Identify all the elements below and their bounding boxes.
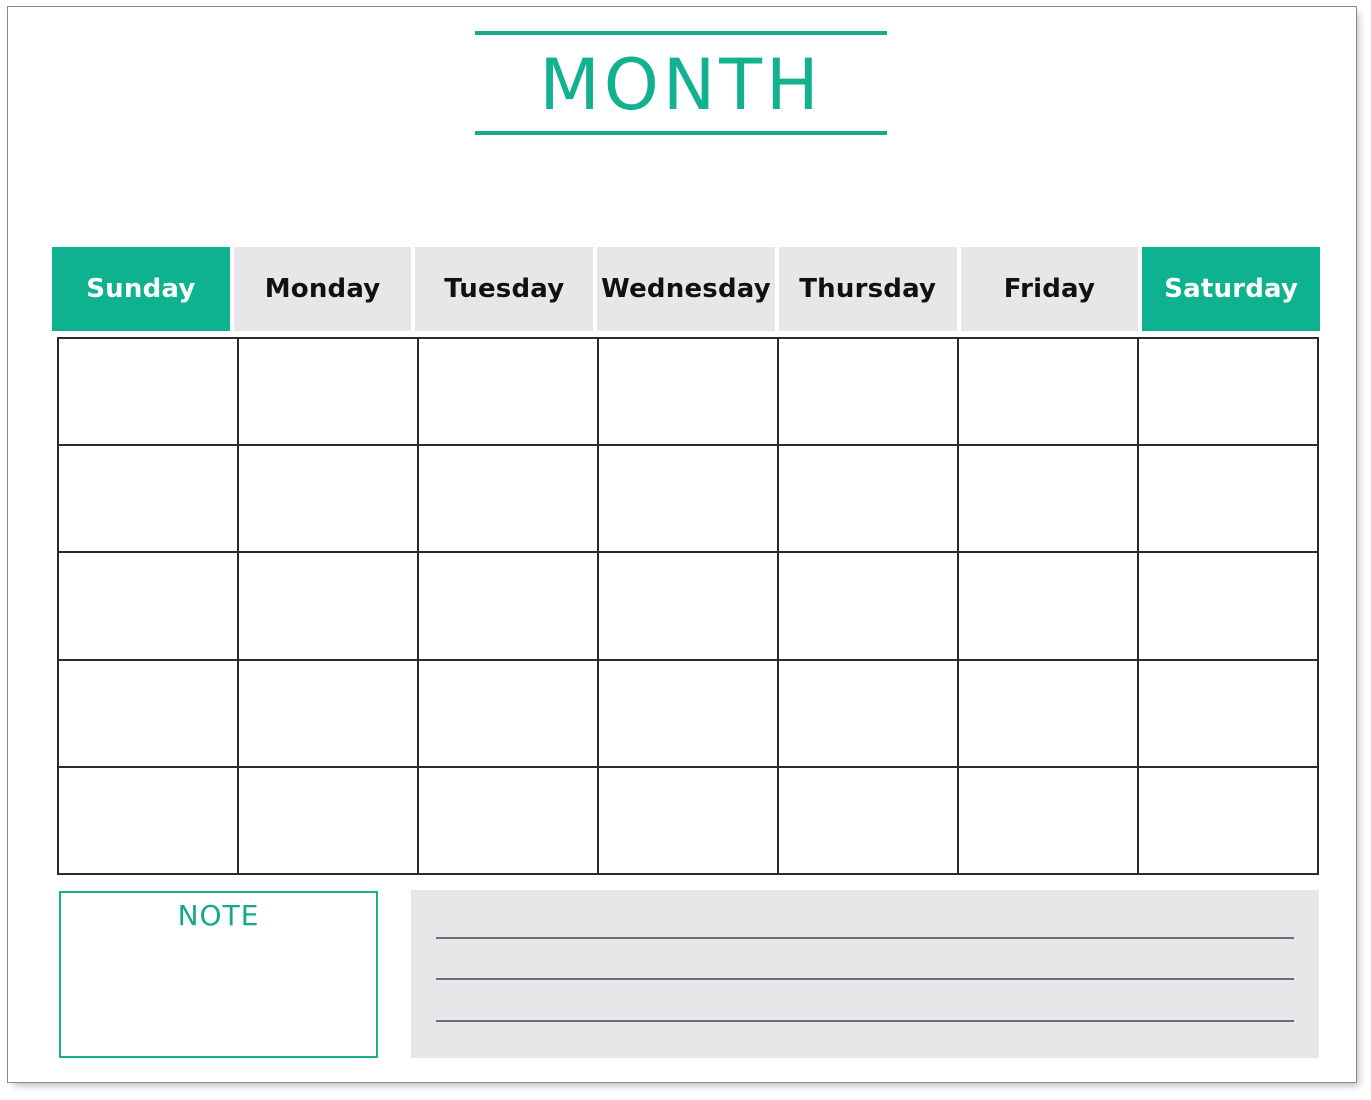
day-cell[interactable] <box>1139 553 1319 661</box>
day-cell[interactable] <box>779 339 959 447</box>
weekday-header-thursday[interactable]: Thursday <box>778 247 957 331</box>
day-cell[interactable] <box>959 660 1139 768</box>
day-cell[interactable] <box>1139 660 1319 768</box>
day-cell[interactable] <box>779 446 959 554</box>
weekday-label: Saturday <box>1164 274 1299 304</box>
title-rule-bottom <box>475 131 887 135</box>
day-cell[interactable] <box>1139 767 1319 875</box>
day-cell[interactable] <box>239 339 419 447</box>
weekday-header-wednesday[interactable]: Wednesday <box>597 247 775 331</box>
weekday-header-saturday[interactable]: Saturday <box>1142 247 1321 331</box>
page-title: MONTH <box>539 44 823 126</box>
title-block: MONTH <box>8 21 1356 139</box>
calendar-grid <box>57 337 1319 875</box>
day-cell[interactable] <box>599 339 779 447</box>
weekday-header-row: Sunday Monday Tuesday Wednesday Thursday… <box>52 247 1321 331</box>
weekday-label: Tuesday <box>444 274 565 304</box>
lined-note-panel[interactable] <box>411 890 1319 1058</box>
day-cell[interactable] <box>959 446 1139 554</box>
title-rule-top <box>475 31 887 35</box>
day-cell[interactable] <box>239 660 419 768</box>
weekday-header-sunday[interactable]: Sunday <box>52 247 230 331</box>
day-cell[interactable] <box>959 553 1139 661</box>
day-cell[interactable] <box>59 767 239 875</box>
weekday-header-monday[interactable]: Monday <box>233 247 412 331</box>
day-cell[interactable] <box>419 553 599 661</box>
weekday-label: Sunday <box>86 274 196 304</box>
day-cell[interactable] <box>419 339 599 447</box>
weekday-label: Thursday <box>799 274 937 304</box>
day-cell[interactable] <box>599 660 779 768</box>
day-cell[interactable] <box>779 767 959 875</box>
note-writing-line <box>436 978 1294 980</box>
calendar-sheet: MONTH Sunday Monday Tuesday Wednesday Th… <box>7 6 1357 1083</box>
note-writing-line <box>436 1020 1294 1022</box>
weekday-label: Friday <box>1003 274 1096 304</box>
day-cell[interactable] <box>599 446 779 554</box>
note-writing-line <box>436 937 1294 939</box>
day-cell[interactable] <box>779 660 959 768</box>
day-cell[interactable] <box>599 553 779 661</box>
day-cell[interactable] <box>599 767 779 875</box>
weekday-header-tuesday[interactable]: Tuesday <box>415 247 594 331</box>
weekday-header-friday[interactable]: Friday <box>960 247 1139 331</box>
weekday-label: Monday <box>264 274 381 304</box>
day-cell[interactable] <box>959 339 1139 447</box>
day-cell[interactable] <box>419 660 599 768</box>
day-cell[interactable] <box>59 553 239 661</box>
day-cell[interactable] <box>239 446 419 554</box>
day-cell[interactable] <box>1139 446 1319 554</box>
day-cell[interactable] <box>419 446 599 554</box>
day-cell[interactable] <box>59 660 239 768</box>
day-cell[interactable] <box>419 767 599 875</box>
weekday-label: Wednesday <box>601 274 771 304</box>
note-label: NOTE <box>177 899 260 932</box>
day-cell[interactable] <box>239 553 419 661</box>
day-cell[interactable] <box>59 446 239 554</box>
note-box[interactable]: NOTE <box>59 891 378 1058</box>
day-cell[interactable] <box>1139 339 1319 447</box>
day-cell[interactable] <box>59 339 239 447</box>
day-cell[interactable] <box>779 553 959 661</box>
day-cell[interactable] <box>959 767 1139 875</box>
day-cell[interactable] <box>239 767 419 875</box>
